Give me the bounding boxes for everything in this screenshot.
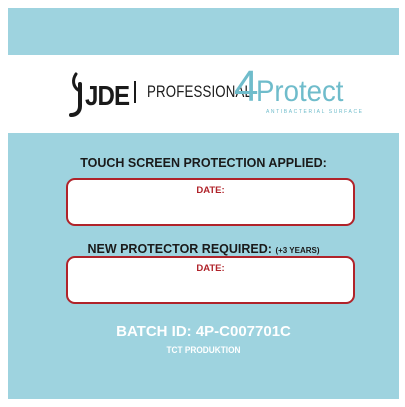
required-date-box[interactable]: DATE: (66, 256, 355, 304)
producer-name: TCT PRODUKTION (166, 345, 241, 355)
applied-date-box[interactable]: DATE: (66, 178, 355, 226)
logo-band: JDE PROFESSIONAL 4 Protect ANTIBACTERIAL… (8, 55, 399, 133)
required-heading-note: (+3 YEARS) (275, 246, 320, 255)
logo-divider (134, 81, 136, 103)
applied-heading: TOUCH SCREEN PROTECTION APPLIED: (80, 156, 327, 170)
protect-tagline: ANTIBACTERIAL SURFACE (266, 109, 364, 115)
protect-word: Protect (256, 75, 344, 108)
protect-four: 4 (234, 62, 259, 111)
label-card: JDE PROFESSIONAL 4 Protect ANTIBACTERIAL… (8, 8, 399, 399)
required-date-label: DATE: (196, 263, 225, 274)
required-heading: NEW PROTECTOR REQUIRED: (+3 YEARS) (8, 242, 399, 256)
required-heading-text: NEW PROTECTOR REQUIRED: (87, 242, 272, 256)
4protect-logo: 4 Protect ANTIBACTERIAL SURFACE (234, 65, 364, 125)
brand-name: JDE (85, 80, 130, 111)
batch-id: BATCH ID: 4P-C007701C (116, 323, 291, 340)
applied-date-label: DATE: (196, 185, 225, 196)
